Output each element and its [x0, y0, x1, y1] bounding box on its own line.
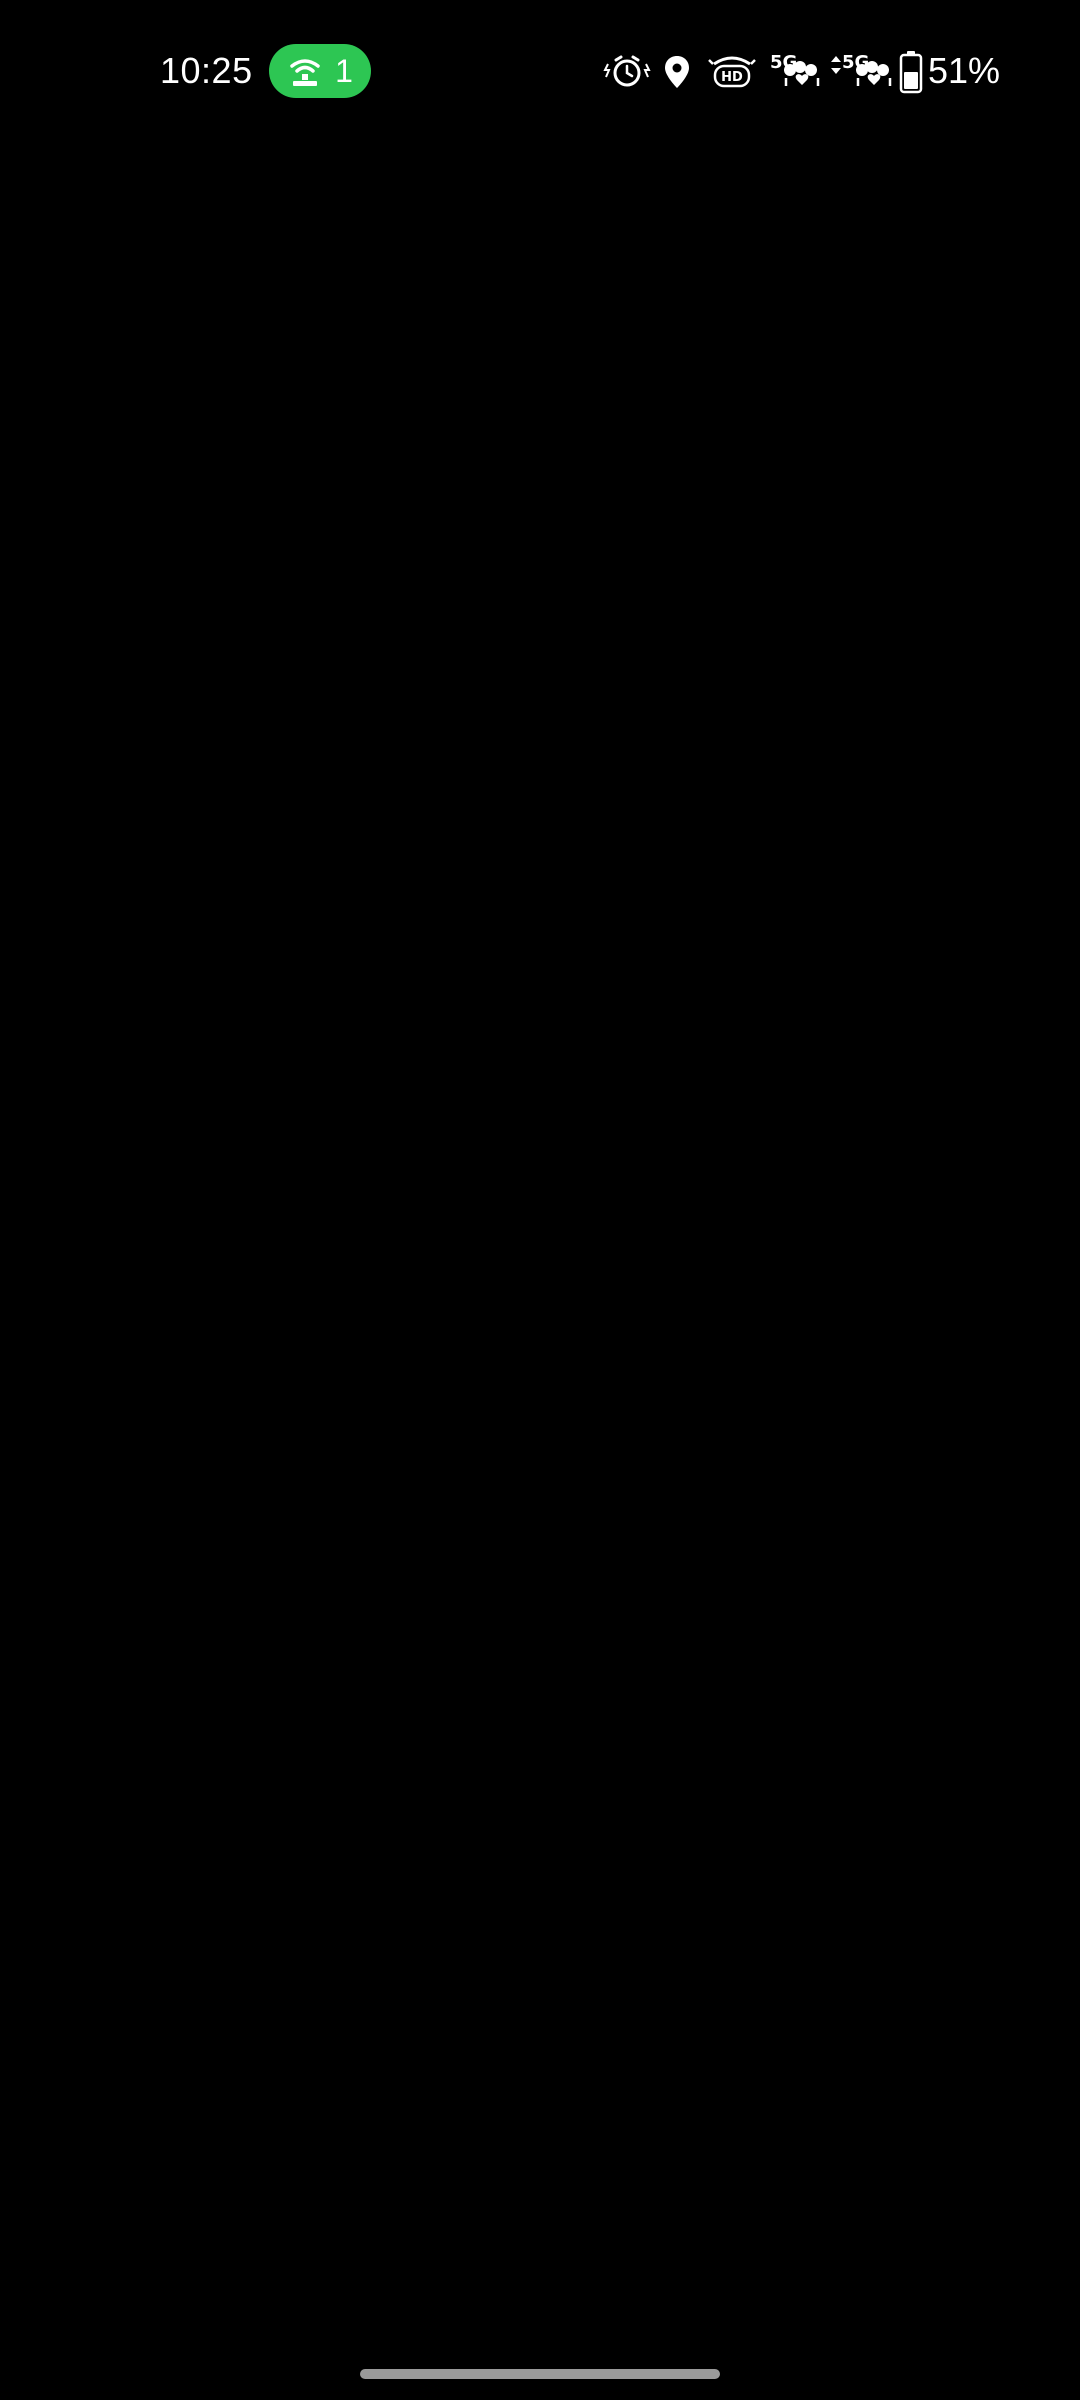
- alarm-icon: [603, 55, 651, 87]
- signal-icon: [856, 61, 892, 86]
- hotspot-icon: [290, 59, 320, 86]
- hotspot-indicator[interactable]: 1: [269, 44, 371, 98]
- status-time: 10:25: [160, 50, 253, 91]
- data-arrows-icon: [831, 56, 841, 74]
- status-bar: 10:25 1 HD 5G 5G 51%: [0, 0, 1080, 130]
- svg-text:HD: HD: [721, 70, 743, 85]
- home-indicator[interactable]: [360, 2369, 720, 2379]
- content-area: [0, 130, 1080, 2350]
- screen: 10:25 1 HD 5G 5G 51%: [0, 0, 1080, 2400]
- location-icon: [665, 56, 689, 88]
- hd-voice-icon: HD: [708, 56, 756, 88]
- signal-icon: [784, 61, 820, 86]
- battery-percentage: 51%: [928, 50, 1001, 91]
- hotspot-device-count: 1: [335, 52, 353, 89]
- battery-icon: [899, 51, 923, 94]
